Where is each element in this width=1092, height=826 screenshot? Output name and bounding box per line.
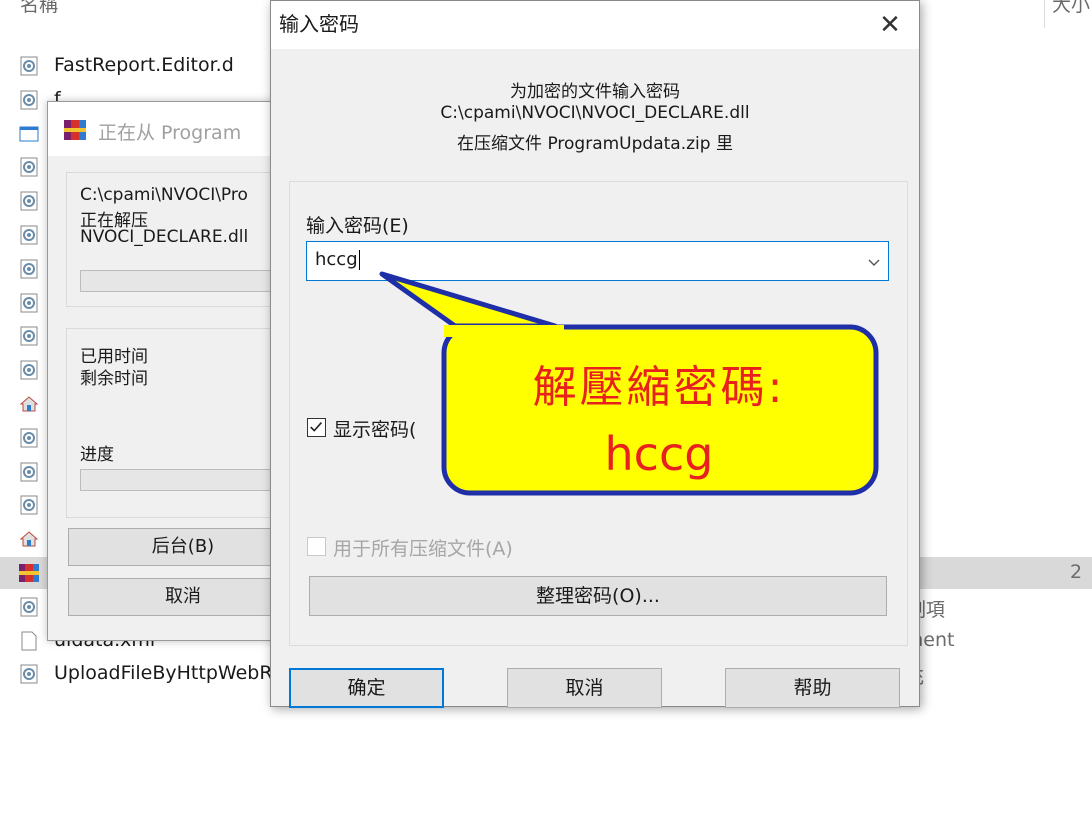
dll-icon [19,56,39,76]
dialog-title: 输入密码 [279,12,359,36]
ok-button[interactable]: 确定 [289,668,444,708]
remaining-time-label: 剩余时间 [80,369,148,389]
dll-icon [19,428,39,448]
background-button[interactable]: 后台(B) [68,528,298,566]
progress-title: 正在从 Program [98,122,242,144]
checkmark-icon [310,422,323,432]
total-progress-bar [80,469,290,491]
show-password-label: 显示密码( [333,419,417,441]
winrar-icon [64,120,86,140]
progress-path: C:\cpami\NVOCI\Pro [80,185,248,205]
callout-password: hccg [604,427,714,481]
all-archives-label: 用于所有压缩文件(A) [333,538,513,560]
password-label: 输入密码(E) [306,215,409,237]
password-value: hccg [315,249,360,270]
column-header-name[interactable]: 名稱 [20,0,58,17]
dll-icon [19,597,39,617]
dll-icon [19,259,39,279]
column-header-size[interactable]: 大小 [1052,0,1090,17]
progress-cancel-button[interactable]: 取消 [68,578,298,616]
dll-icon [19,664,39,684]
dll-icon [19,225,39,245]
file-progress-bar [80,270,290,292]
installer-icon [19,394,39,414]
progress-titlebar[interactable]: 正在从 Program [48,102,286,156]
file-icon [19,631,39,651]
dialog-titlebar[interactable]: 输入密码 ✕ [271,1,919,49]
dll-icon [19,360,39,380]
winrar-icon [19,563,39,583]
dll-icon [19,191,39,211]
callout-pointer [379,271,564,337]
close-icon[interactable]: ✕ [861,1,919,49]
progress-label: 进度 [80,445,114,465]
help-button[interactable]: 帮助 [725,668,900,708]
progress-file: NVOCI_DECLARE.dll [80,227,249,247]
dll-icon [19,326,39,346]
window-icon [19,124,39,144]
dll-icon [19,462,39,482]
show-password-checkbox[interactable] [307,418,326,437]
all-archives-checkbox[interactable] [307,537,326,556]
password-annotation-callout: 解壓縮密碼: hccg [440,323,882,499]
organize-passwords-button[interactable]: 整理密码(O)... [309,576,887,616]
dialog-info-archive: 在压缩文件 ProgramUpdata.zip 里 [457,134,733,154]
installer-icon [19,529,39,549]
file-size: 2 [1070,561,1083,583]
chevron-down-icon[interactable] [866,254,882,270]
callout-title: 解壓縮密碼: [532,362,786,413]
file-name: FastReport.Editor.d [54,54,234,76]
extraction-progress-window: 正在从 Program C:\cpami\NVOCI\Pro 正在解压 NVOC… [47,101,298,641]
cancel-button[interactable]: 取消 [507,668,662,708]
dll-icon [19,495,39,515]
dialog-info-heading: 为加密的文件输入密码 [510,82,680,102]
dll-icon [19,293,39,313]
dialog-info-path: C:\cpami\NVOCI\NVOCI_DECLARE.dll [440,103,750,123]
dll-icon [19,90,39,110]
dll-icon [19,157,39,177]
column-separator [1044,0,1045,28]
